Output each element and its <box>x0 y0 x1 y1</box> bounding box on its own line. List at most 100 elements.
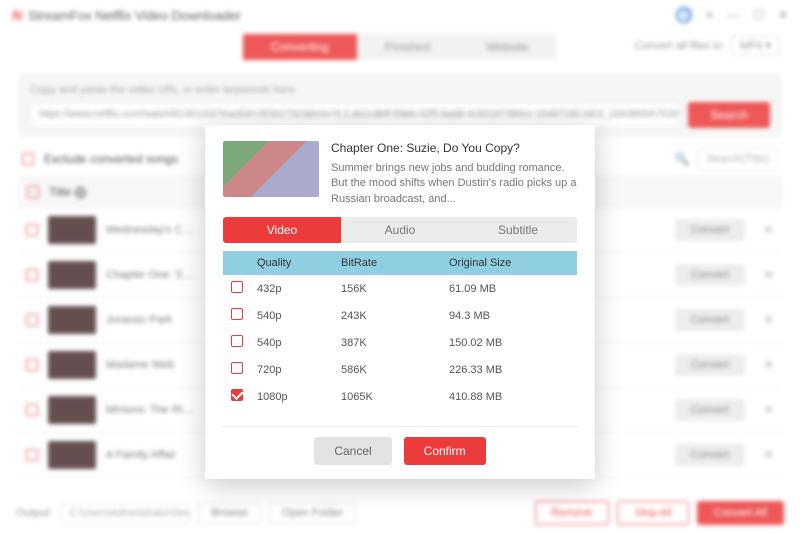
app-title: StreamFox Netflix Video Downloader <box>28 8 241 23</box>
col-quality: Quality <box>257 257 341 269</box>
dialog-description: Summer brings new jobs and budding roman… <box>331 161 577 207</box>
row-thumbnail <box>48 396 96 424</box>
row-remove-icon[interactable]: ✕ <box>763 222 774 238</box>
quality-option-row[interactable]: 540p387K150.02 MB <box>223 329 577 356</box>
stop-all-button[interactable]: Stop All <box>617 501 688 525</box>
row-convert-button[interactable]: Convert <box>675 309 746 331</box>
row-checkbox[interactable] <box>26 404 38 416</box>
minimize-icon[interactable]: — <box>727 8 739 22</box>
row-title: A Family Affair <box>106 449 196 461</box>
size-value: 94.3 MB <box>449 310 569 322</box>
dialog-tab-video[interactable]: Video <box>223 217 341 243</box>
browse-button[interactable]: Browse <box>198 502 261 524</box>
row-checkbox[interactable] <box>26 314 38 326</box>
convert-all-label: Convert all files to: <box>634 40 724 52</box>
dialog-tabs: Video Audio Subtitle <box>223 217 577 243</box>
output-label: Output: <box>16 507 52 519</box>
tab-finished[interactable]: Finished <box>357 34 458 60</box>
row-remove-icon[interactable]: ✕ <box>763 402 774 418</box>
title-search-input[interactable]: Search(Title) <box>697 148 778 170</box>
row-thumbnail <box>48 441 96 469</box>
menu-icon[interactable]: ≡ <box>706 8 713 22</box>
bitrate-value: 243K <box>341 310 449 322</box>
exclude-label: Exclude converted songs <box>44 152 178 166</box>
output-path[interactable]: C:\Users\Administrator\Stre... <box>60 503 190 524</box>
row-title: Wednesday's Chil... <box>106 224 196 236</box>
row-checkbox[interactable] <box>26 224 38 236</box>
app-logo: N <box>12 7 22 23</box>
quality-dialog: Chapter One: Suzie, Do You Copy? Summer … <box>205 125 595 479</box>
row-convert-button[interactable]: Convert <box>675 264 746 286</box>
format-select[interactable]: MP4 ▾ <box>731 36 780 55</box>
row-convert-button[interactable]: Convert <box>675 219 746 241</box>
convert-all-button[interactable]: Convert All <box>697 501 784 525</box>
search-label: Copy and paste the video URL or enter ke… <box>30 84 770 96</box>
quality-value: 540p <box>257 337 341 349</box>
row-title: Jurassic Park <box>106 314 196 326</box>
row-remove-icon[interactable]: ✕ <box>763 267 774 283</box>
row-remove-icon[interactable]: ✕ <box>763 447 774 463</box>
convert-all-format: Convert all files to: MP4 ▾ <box>634 36 780 55</box>
col-title[interactable]: Title ⨁ <box>49 185 87 199</box>
bitrate-value: 1065K <box>341 391 449 403</box>
size-value: 410.88 MB <box>449 391 569 403</box>
row-checkbox[interactable] <box>26 269 38 281</box>
cancel-button[interactable]: Cancel <box>314 437 391 465</box>
user-icon[interactable] <box>676 7 692 23</box>
row-convert-button[interactable]: Convert <box>675 354 746 376</box>
row-title: Madame Web <box>106 359 196 371</box>
exclude-checkbox[interactable] <box>22 153 34 165</box>
bitrate-value: 156K <box>341 283 449 295</box>
dialog-separator <box>223 426 577 427</box>
row-thumbnail <box>48 216 96 244</box>
quality-value: 432p <box>257 283 341 295</box>
row-checkbox[interactable] <box>26 449 38 461</box>
search-button[interactable]: Search <box>688 102 770 128</box>
size-value: 61.09 MB <box>449 283 569 295</box>
dialog-table-header: Quality BitRate Original Size <box>223 251 577 275</box>
quality-option-row[interactable]: 1080p1065K410.88 MB <box>223 383 577 410</box>
row-convert-button[interactable]: Convert <box>675 444 746 466</box>
bitrate-value: 586K <box>341 364 449 376</box>
tab-converting[interactable]: Converting <box>243 34 357 60</box>
dialog-tab-subtitle[interactable]: Subtitle <box>459 217 577 243</box>
quality-checkbox[interactable] <box>231 362 243 374</box>
dialog-thumbnail <box>223 141 319 197</box>
open-folder-button[interactable]: Open Folder <box>269 502 356 524</box>
quality-value: 1080p <box>257 391 341 403</box>
tab-website[interactable]: Website <box>458 34 557 60</box>
row-title: Chapter One: Suz... <box>106 269 196 281</box>
bitrate-value: 387K <box>341 337 449 349</box>
title-bar: N StreamFox Netflix Video Downloader ≡ —… <box>0 0 800 30</box>
quality-value: 540p <box>257 310 341 322</box>
row-remove-icon[interactable]: ✕ <box>763 312 774 328</box>
size-value: 226.33 MB <box>449 364 569 376</box>
row-checkbox[interactable] <box>26 359 38 371</box>
row-title: Minions: The Rise... <box>106 404 196 416</box>
quality-value: 720p <box>257 364 341 376</box>
footer: Output: C:\Users\Administrator\Stre... B… <box>0 501 800 525</box>
row-thumbnail <box>48 306 96 334</box>
row-remove-icon[interactable]: ✕ <box>763 357 774 373</box>
select-all-checkbox[interactable] <box>27 186 39 198</box>
row-convert-button[interactable]: Convert <box>675 399 746 421</box>
quality-checkbox[interactable] <box>231 389 243 401</box>
search-icon: 🔍 <box>674 152 689 166</box>
dialog-title: Chapter One: Suzie, Do You Copy? <box>331 141 577 155</box>
quality-option-row[interactable]: 540p243K94.3 MB <box>223 302 577 329</box>
size-value: 150.02 MB <box>449 337 569 349</box>
col-bitrate: BitRate <box>341 257 449 269</box>
row-thumbnail <box>48 261 96 289</box>
quality-checkbox[interactable] <box>231 335 243 347</box>
maximize-icon[interactable]: ☐ <box>753 8 764 22</box>
quality-checkbox[interactable] <box>231 308 243 320</box>
col-size: Original Size <box>449 257 569 269</box>
dialog-tab-audio[interactable]: Audio <box>341 217 459 243</box>
quality-checkbox[interactable] <box>231 281 243 293</box>
close-icon[interactable]: ✕ <box>778 8 788 22</box>
quality-option-row[interactable]: 432p156K61.09 MB <box>223 275 577 302</box>
remove-button[interactable]: Remove <box>535 501 610 525</box>
confirm-button[interactable]: Confirm <box>404 437 486 465</box>
row-thumbnail <box>48 351 96 379</box>
quality-option-row[interactable]: 720p586K226.33 MB <box>223 356 577 383</box>
